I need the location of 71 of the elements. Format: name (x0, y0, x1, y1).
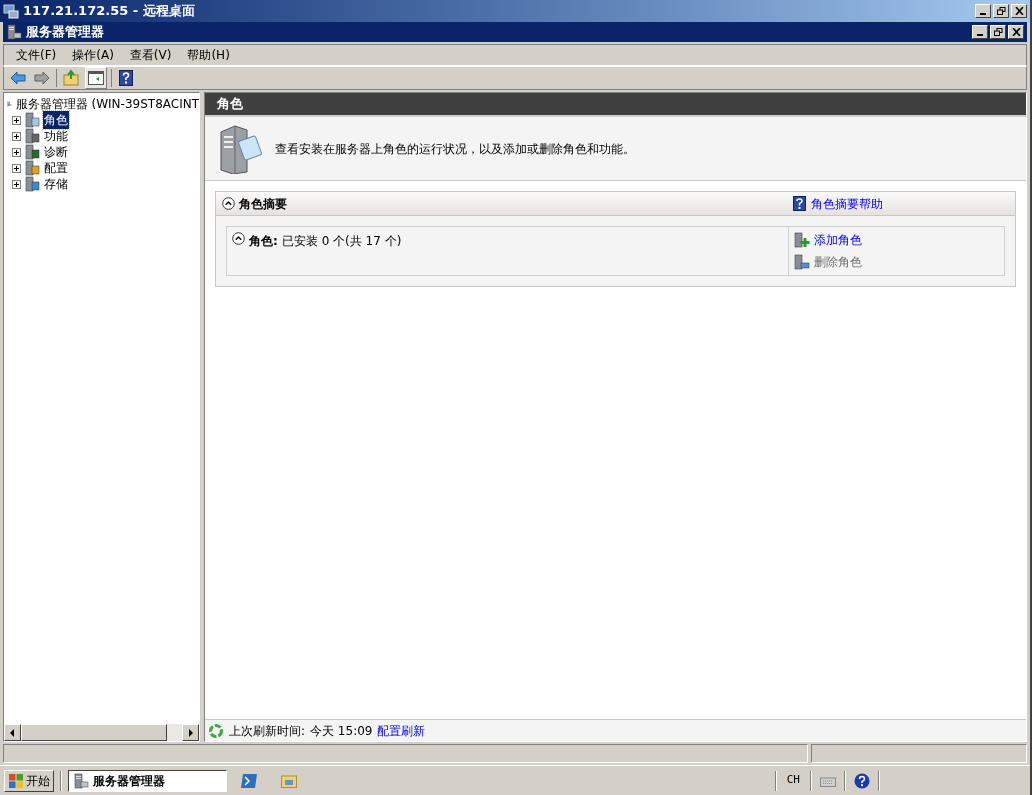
close-icon (1014, 7, 1024, 15)
server-document-icon (217, 123, 263, 174)
window-title: 117.21.172.55 - 远程桌面 (23, 2, 196, 21)
scroll-right-button[interactable] (182, 724, 199, 741)
roles-count: 已安装 0 个(共 17 个) (281, 233, 402, 250)
expand-icon[interactable] (12, 163, 21, 173)
start-button[interactable]: 开始 (4, 769, 54, 792)
tree-item[interactable]: 诊断 (43, 143, 69, 161)
help-icon (119, 70, 133, 86)
taskbar-task[interactable]: 服务器管理器 (68, 769, 227, 792)
right-triangle-icon (188, 728, 193, 737)
help-link[interactable]: 角色摘要帮助 (811, 194, 883, 213)
left-arrow-icon (10, 71, 26, 85)
help-icon (854, 772, 870, 789)
menu-item[interactable]: 帮助(H) (179, 45, 238, 65)
server-plus-icon (794, 232, 810, 248)
refresh-label: 上次刷新时间: (229, 722, 306, 740)
server-document-icon (24, 112, 40, 128)
expand-icon[interactable] (12, 131, 21, 141)
computer-network-icon (3, 3, 19, 19)
expand-icon[interactable] (12, 147, 21, 157)
tree-item[interactable]: 存储 (43, 175, 69, 193)
expand-icon[interactable] (12, 115, 21, 125)
menu-item[interactable]: 文件(F) (8, 45, 65, 65)
right-arrow-icon (34, 71, 50, 85)
folder-icon (281, 773, 297, 788)
horizontal-scrollbar[interactable] (4, 724, 199, 741)
collapse-icon[interactable] (232, 232, 245, 245)
collapse-icon[interactable] (222, 197, 235, 210)
configure-refresh-link[interactable]: 配置刷新 (377, 721, 426, 740)
close-icon (1011, 28, 1021, 36)
help-button[interactable] (116, 68, 136, 88)
server-gear-icon (24, 128, 40, 144)
tree-root[interactable]: 服务器管理器 (WIN-39ST8ACINT (15, 95, 199, 113)
restore-icon (996, 7, 1006, 15)
terminal-icon (241, 773, 257, 788)
restore-button[interactable] (990, 25, 1006, 39)
keyboard-icon (820, 774, 836, 787)
menu-item[interactable]: 查看(V) (121, 45, 180, 65)
refresh-time: 今天 15:09 (310, 722, 373, 740)
expand-icon[interactable] (12, 179, 21, 189)
left-triangle-icon (10, 728, 15, 737)
minimize-button[interactable] (975, 4, 991, 18)
close-button[interactable] (1011, 4, 1027, 18)
help-icon (793, 196, 806, 211)
pane-icon (88, 71, 104, 85)
server-monitor-icon (24, 144, 40, 160)
action-link[interactable]: 添加角色 (814, 231, 862, 249)
show-hide-pane-button[interactable] (85, 67, 107, 89)
minimize-button[interactable] (972, 25, 988, 39)
folder-arrow-icon (63, 70, 79, 86)
restore-icon (993, 28, 1003, 36)
window-title: 服务器管理器 (26, 23, 105, 42)
tree-item[interactable]: 配置 (43, 159, 69, 177)
menu-item[interactable]: 操作(A) (64, 45, 122, 65)
pane-header: 角色 (205, 93, 1026, 117)
tree-item[interactable]: 功能 (43, 127, 69, 145)
server-minus-icon (794, 254, 810, 270)
tree-item[interactable]: 角色 (43, 111, 69, 129)
restore-button[interactable] (993, 4, 1009, 18)
refresh-icon (208, 722, 224, 739)
roles-label: 角色: (249, 233, 278, 250)
server-tools-icon (24, 160, 40, 176)
storage-drive-icon (24, 176, 40, 192)
windows-flag-icon (8, 772, 24, 789)
close-button[interactable] (1008, 25, 1024, 39)
language-indicator[interactable]: CH (782, 772, 804, 789)
description-text: 查看安装在服务器上角色的运行状况，以及添加或删除角色和功能。 (275, 140, 635, 158)
section-title: 角色摘要 (239, 195, 287, 213)
scroll-thumb[interactable] (21, 724, 167, 741)
scroll-left-button[interactable] (4, 724, 21, 741)
